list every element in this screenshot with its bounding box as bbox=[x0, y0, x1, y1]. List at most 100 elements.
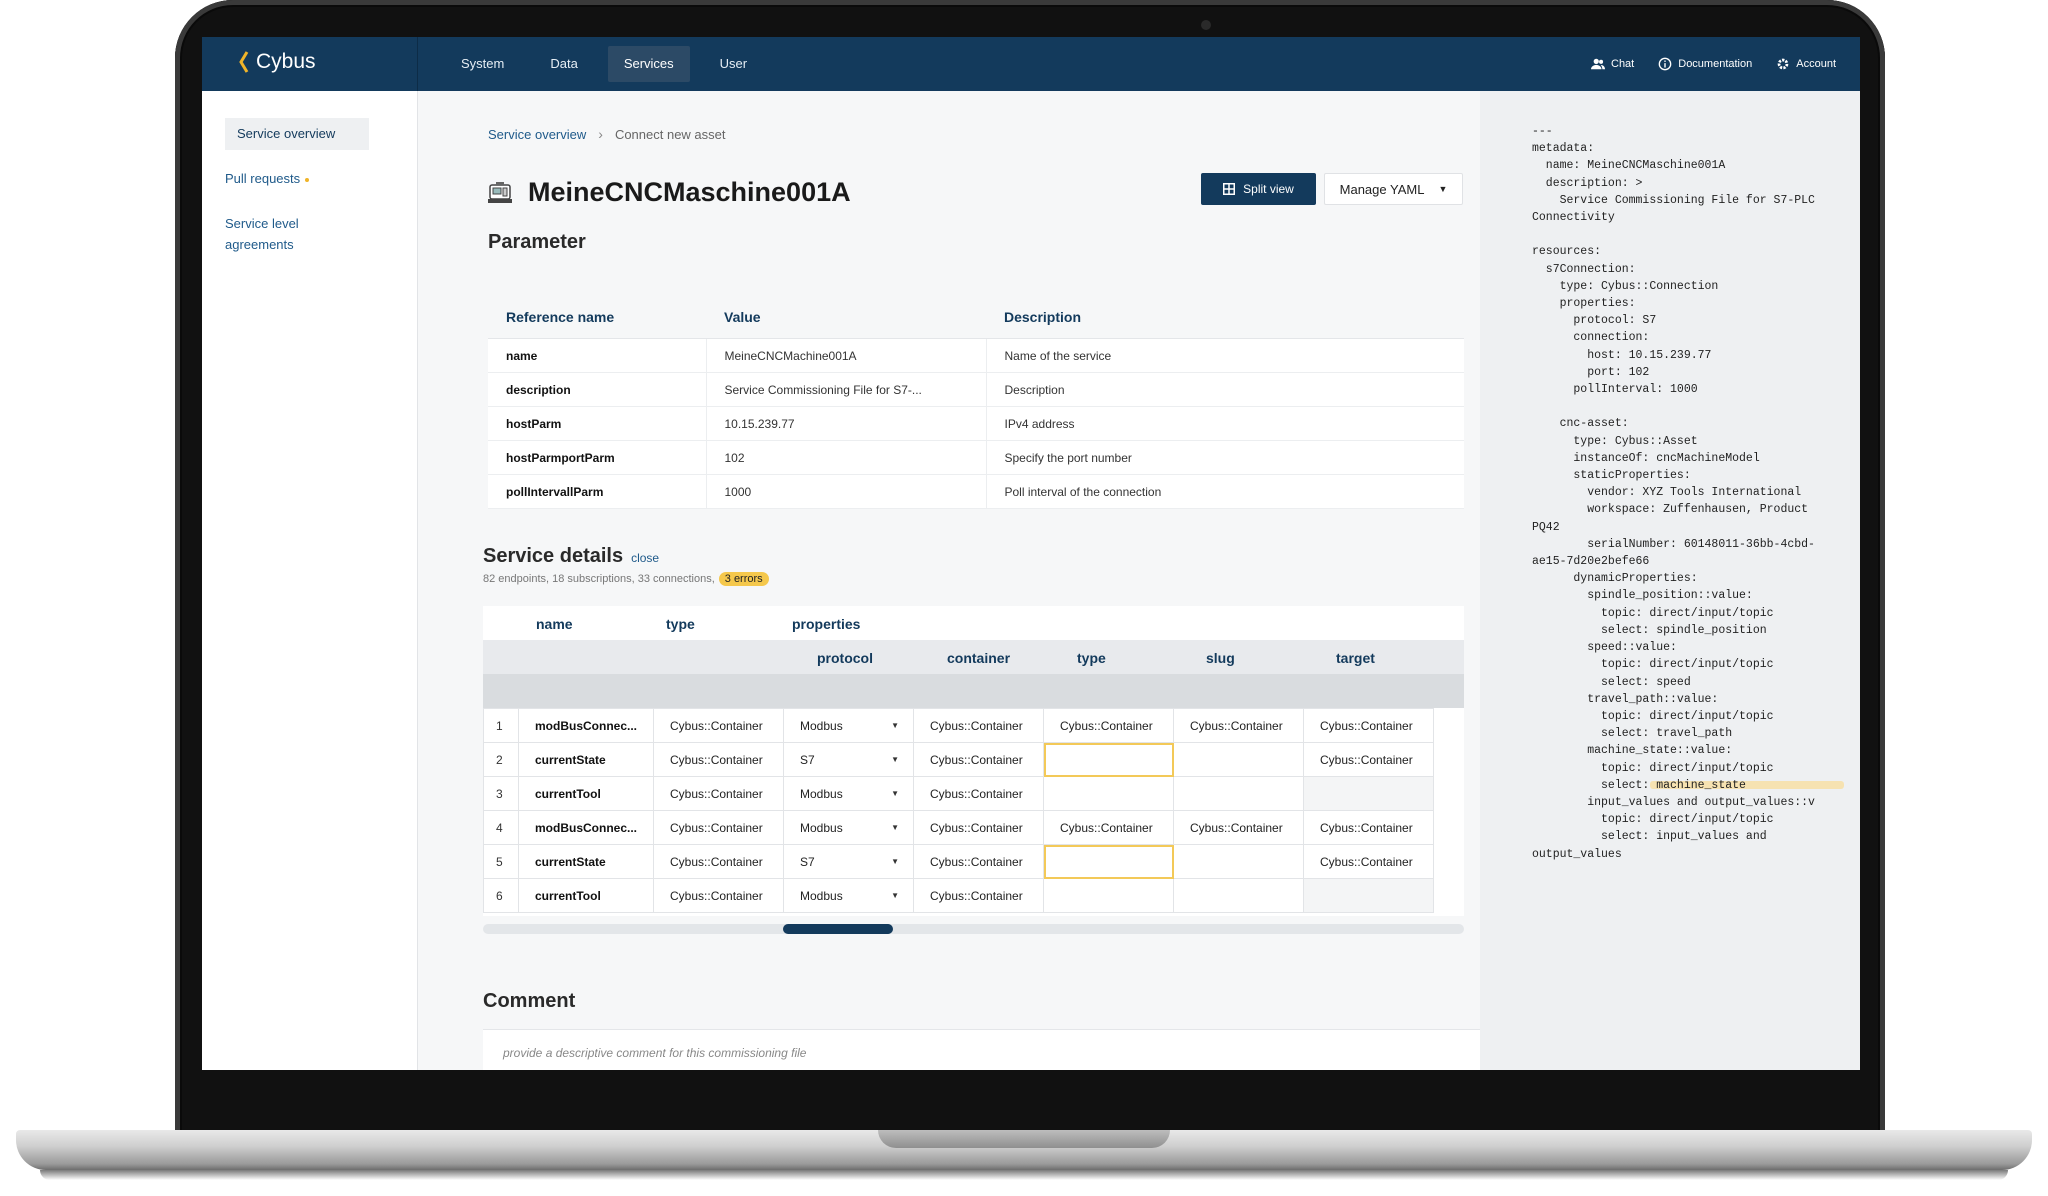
split-view-button[interactable]: Split view bbox=[1201, 173, 1316, 205]
table-row: 6 currentTool Cybus::Container Modbus ▼ C… bbox=[483, 878, 1435, 913]
comment-textarea[interactable]: provide a descriptive comment for this c… bbox=[483, 1029, 1483, 1070]
container-cell[interactable]: Cybus::Container bbox=[913, 810, 1045, 845]
caret-down-icon: ▼ bbox=[891, 857, 900, 866]
caret-down-icon: ▼ bbox=[891, 891, 900, 900]
nav-data[interactable]: Data bbox=[534, 46, 593, 82]
type-property-cell[interactable]: Cybus::Container bbox=[1043, 810, 1175, 845]
container-cell[interactable]: Cybus::Container bbox=[913, 776, 1045, 811]
name-cell[interactable]: modBusConnec... bbox=[517, 708, 655, 743]
target-cell[interactable]: Cybus::Container bbox=[1303, 708, 1435, 743]
people-icon bbox=[1591, 58, 1605, 70]
brand-logo[interactable]: Cybus bbox=[238, 50, 316, 74]
type-cell[interactable]: Cybus::Container bbox=[653, 844, 785, 879]
yaml-code[interactable]: --- metadata: name: MeineCNCMaschine001A… bbox=[1532, 123, 1815, 863]
column-header: Value bbox=[706, 296, 986, 339]
row-number: 6 bbox=[483, 878, 519, 913]
nav-system[interactable]: System bbox=[445, 46, 520, 82]
sidebar-item-label: Pull requests bbox=[225, 171, 301, 186]
type-property-cell-error[interactable] bbox=[1043, 742, 1175, 777]
type-cell[interactable]: Cybus::Container bbox=[653, 878, 785, 913]
name-cell[interactable]: currentTool bbox=[517, 878, 655, 913]
protocol-select[interactable]: S7 ▼ bbox=[783, 742, 915, 777]
close-link[interactable]: close bbox=[631, 551, 659, 565]
slug-cell[interactable] bbox=[1173, 776, 1305, 811]
target-cell[interactable]: Cybus::Container bbox=[1303, 810, 1435, 845]
page-title: MeineCNCMaschine001A bbox=[528, 177, 851, 207]
summary-text: 82 endpoints, 18 subscriptions, 33 conne… bbox=[483, 573, 715, 585]
value-cell[interactable]: 102 bbox=[705, 440, 987, 475]
target-cell[interactable] bbox=[1303, 776, 1435, 811]
container-cell[interactable]: Cybus::Container bbox=[913, 844, 1045, 879]
grid-header-sub: protocol container type slug target bbox=[483, 640, 1464, 674]
service-details-summary: 82 endpoints, 18 subscriptions, 33 conne… bbox=[483, 572, 769, 586]
name-cell[interactable]: currentTool bbox=[517, 776, 655, 811]
table-header-row: Reference name Value Description bbox=[488, 296, 1464, 339]
type-property-cell-error[interactable] bbox=[1043, 844, 1175, 879]
sidebar-item-pull-requests[interactable]: Pull requests bbox=[225, 171, 310, 186]
nav-user[interactable]: User bbox=[704, 46, 763, 82]
table-row: 3 currentTool Cybus::Container Modbus ▼ C… bbox=[483, 776, 1435, 811]
type-property-cell[interactable] bbox=[1043, 878, 1175, 913]
container-cell[interactable]: Cybus::Container bbox=[913, 708, 1045, 743]
value-cell[interactable]: 10.15.239.77 bbox=[705, 406, 987, 441]
type-cell[interactable]: Cybus::Container bbox=[653, 810, 785, 845]
sidebar-item-service-overview[interactable]: Service overview bbox=[225, 118, 369, 150]
value-cell[interactable]: MeineCNCMachine001A bbox=[705, 338, 987, 373]
value-cell[interactable]: 1000 bbox=[705, 474, 987, 509]
caret-down-icon: ▼ bbox=[891, 721, 900, 730]
target-cell[interactable]: Cybus::Container bbox=[1303, 844, 1435, 879]
reference-name: hostParmportParm bbox=[488, 440, 706, 475]
protocol-select[interactable]: Modbus ▼ bbox=[783, 708, 915, 743]
type-property-cell[interactable] bbox=[1043, 776, 1175, 811]
container-cell[interactable]: Cybus::Container bbox=[913, 742, 1045, 777]
yaml-editor-panel[interactable]: --- metadata: name: MeineCNCMaschine001A… bbox=[1480, 91, 1860, 1070]
split-view-label: Split view bbox=[1243, 182, 1294, 196]
cybus-logo-icon bbox=[239, 51, 249, 73]
manage-yaml-dropdown[interactable]: Manage YAML ▼ bbox=[1324, 173, 1463, 205]
reference-name: hostParm bbox=[488, 406, 706, 441]
slug-cell[interactable] bbox=[1173, 878, 1305, 913]
account-link[interactable]: Account bbox=[1776, 57, 1836, 71]
protocol-select[interactable]: Modbus ▼ bbox=[783, 776, 915, 811]
parameter-heading: Parameter bbox=[488, 231, 586, 253]
breadcrumb: Service overview › Connect new asset bbox=[488, 126, 726, 142]
nav-services[interactable]: Services bbox=[607, 46, 690, 82]
container-cell[interactable]: Cybus::Container bbox=[913, 878, 1045, 913]
description-cell: Poll interval of the connection bbox=[986, 474, 1464, 509]
table-row: hostParm 10.15.239.77 IPv4 address bbox=[488, 406, 1464, 441]
scrollbar-thumb[interactable] bbox=[783, 924, 893, 934]
type-cell[interactable]: Cybus::Container bbox=[653, 742, 785, 777]
value-cell[interactable]: Service Commissioning File for S7-... bbox=[705, 372, 987, 407]
name-cell[interactable]: currentState bbox=[517, 742, 655, 777]
chat-link[interactable]: Chat bbox=[1591, 57, 1634, 71]
reference-name: name bbox=[488, 338, 706, 373]
protocol-select[interactable]: Modbus ▼ bbox=[783, 878, 915, 913]
caret-down-icon: ▼ bbox=[1438, 184, 1448, 194]
grid-header-top: name type properties bbox=[483, 606, 1464, 640]
type-property-cell[interactable]: Cybus::Container bbox=[1043, 708, 1175, 743]
slug-cell[interactable]: Cybus::Container bbox=[1173, 810, 1305, 845]
type-cell[interactable]: Cybus::Container bbox=[653, 776, 785, 811]
name-cell[interactable]: currentState bbox=[517, 844, 655, 879]
table-row: name MeineCNCMachine001A Name of the servi… bbox=[488, 338, 1464, 373]
type-cell[interactable]: Cybus::Container bbox=[653, 708, 785, 743]
target-cell[interactable] bbox=[1303, 878, 1435, 913]
name-cell[interactable]: modBusConnec... bbox=[517, 810, 655, 845]
horizontal-scrollbar[interactable] bbox=[483, 924, 1464, 934]
info-icon bbox=[1658, 57, 1672, 71]
slug-cell[interactable] bbox=[1173, 742, 1305, 777]
slug-cell[interactable] bbox=[1173, 844, 1305, 879]
table-row: 5 currentState Cybus::Container S7 ▼ Cybu… bbox=[483, 844, 1435, 879]
errors-badge[interactable]: 3 errors bbox=[718, 572, 769, 586]
caret-down-icon: ▼ bbox=[891, 789, 900, 798]
chat-label: Chat bbox=[1611, 58, 1635, 70]
target-cell[interactable]: Cybus::Container bbox=[1303, 742, 1435, 777]
sidebar-item-sla[interactable]: Service level agreements bbox=[225, 213, 315, 255]
table-row: 2 currentState Cybus::Container S7 ▼ Cybu… bbox=[483, 742, 1435, 777]
breadcrumb-parent-link[interactable]: Service overview bbox=[488, 127, 586, 142]
protocol-select[interactable]: Modbus ▼ bbox=[783, 810, 915, 845]
protocol-select[interactable]: S7 ▼ bbox=[783, 844, 915, 879]
comment-heading: Comment bbox=[483, 990, 576, 1012]
documentation-link[interactable]: Documentation bbox=[1658, 57, 1752, 71]
slug-cell[interactable]: Cybus::Container bbox=[1173, 708, 1305, 743]
